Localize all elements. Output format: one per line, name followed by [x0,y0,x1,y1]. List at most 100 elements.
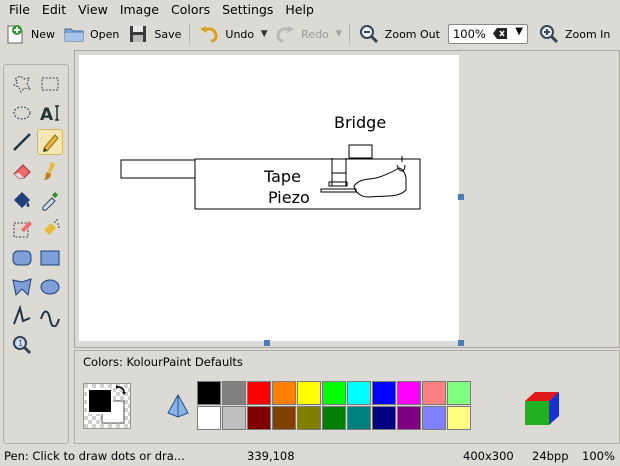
new-button[interactable]: New [0,21,59,47]
foreground-background-color-box[interactable] [83,383,131,429]
save-disk-icon [130,26,147,42]
redo-dropdown-arrow[interactable]: ▼ [333,21,345,47]
colors-title: Colors: KolourPaint Defaults [83,355,243,369]
eraser-tool[interactable] [9,158,35,184]
status-image-size: 400x300 [463,449,514,463]
color-swatch[interactable] [397,381,421,405]
menu-help[interactable]: Help [279,0,320,20]
canvas-scroll-area[interactable]: Bridge Tape Piezo [74,50,620,348]
rect-select-icon [41,77,59,91]
rectangle-tool[interactable] [37,245,63,271]
status-bar: Pen: Click to draw dots or dra... 339,10… [0,446,620,466]
color-swatch[interactable] [397,406,421,430]
zoom-in-button[interactable]: Zoom In [534,21,614,47]
resize-handle-bottom[interactable] [264,340,270,346]
line-tool[interactable] [9,129,35,155]
undo-button[interactable]: Undo [194,21,258,47]
color-eraser-icon [13,221,32,238]
color-swatch[interactable] [222,381,246,405]
spraycan-tool[interactable] [37,216,63,242]
color-swatch[interactable] [247,381,271,405]
tool-palette: A 1 [3,64,69,444]
zoom-in-label: Zoom In [564,27,611,41]
paint-brush-icon [44,162,55,180]
pen-tool[interactable] [37,129,63,155]
open-label: Open [90,27,120,41]
color-swatch[interactable] [422,406,446,430]
color-swatch[interactable] [272,406,296,430]
color-swatch[interactable] [297,406,321,430]
text-icon: A [40,105,59,124]
undo-icon [200,26,218,43]
color-swatch[interactable] [372,406,396,430]
color-swatch[interactable] [297,381,321,405]
color-eraser-tool[interactable] [9,216,35,242]
menu-image[interactable]: Image [114,0,165,20]
redo-label: Redo [301,27,329,41]
menu-edit[interactable]: Edit [36,0,72,20]
toolbar: New Open Save Undo ▼ Redo ▼ Zoom Out 100… [0,20,620,48]
rectangular-selection-tool[interactable] [37,71,63,97]
save-button[interactable]: Save [123,21,185,47]
magnifier-icon: 1 [13,336,32,355]
spraycan-icon [44,219,60,235]
svg-text:A: A [40,105,54,124]
color-swatch[interactable] [222,406,246,430]
curve-tool[interactable] [37,303,63,329]
open-button[interactable]: Open [59,21,123,47]
free-form-selection-tool[interactable] [9,71,35,97]
menubar: File Edit View Image Colors Settings Hel… [0,0,620,20]
rgb-cube-icon[interactable] [523,389,561,427]
flood-fill-tool[interactable] [9,187,35,213]
new-label: New [31,27,55,41]
canvas-text-bridge: Bridge [334,113,387,132]
redo-button[interactable]: Redo [270,21,333,47]
color-cube-pyramid-icon[interactable] [165,393,191,419]
color-swatch[interactable] [322,381,346,405]
menu-settings[interactable]: Settings [216,0,279,20]
new-document-icon [7,25,23,44]
paint-bucket-icon [14,192,30,208]
canvas-text-tape: Tape [264,167,301,186]
color-swatch[interactable] [247,406,271,430]
status-message: Pen: Click to draw dots or dra... [4,449,185,463]
brush-tool[interactable] [37,158,63,184]
resize-handle-corner[interactable] [458,340,464,346]
text-tool[interactable]: A [37,100,63,126]
color-swatch[interactable] [322,406,346,430]
status-zoom: 100% [582,449,615,463]
drawing-canvas[interactable]: Bridge Tape Piezo [79,55,459,341]
color-swatch[interactable] [372,381,396,405]
color-swatch[interactable] [447,406,471,430]
svg-text:1: 1 [18,339,23,348]
ellipse-select-icon [13,106,31,120]
rounded-rectangle-tool[interactable] [9,245,35,271]
elliptical-selection-tool[interactable] [9,100,35,126]
color-swatch[interactable] [447,381,471,405]
polygon-tool[interactable] [9,274,35,300]
color-swatch[interactable] [347,406,371,430]
ellipse-tool[interactable] [37,274,63,300]
menu-view[interactable]: View [72,0,114,20]
color-swatch[interactable] [197,381,221,405]
zoom-out-button[interactable]: Zoom Out [354,21,444,47]
polygon-icon [12,278,32,297]
zoom-in-icon [539,25,559,44]
connected-lines-tool[interactable] [9,303,35,329]
chevron-down-icon[interactable]: ▼ [515,26,523,37]
color-swatch[interactable] [422,381,446,405]
undo-dropdown-arrow[interactable]: ▼ [258,21,270,47]
clear-text-icon[interactable] [492,28,507,39]
color-swatch[interactable] [347,381,371,405]
color-swatch[interactable] [197,406,221,430]
zoom-tool[interactable]: 1 [9,332,35,358]
color-swatch[interactable] [272,381,296,405]
menu-colors[interactable]: Colors [165,0,216,20]
color-picker-tool[interactable] [37,187,63,213]
zoom-out-icon [359,25,378,44]
connected-lines-icon [13,305,31,325]
menu-file[interactable]: File [3,0,36,20]
status-color-depth: 24bpp [532,449,569,463]
resize-handle-right[interactable] [458,194,464,200]
zoom-combobox[interactable]: 100% ▼ [447,24,528,44]
